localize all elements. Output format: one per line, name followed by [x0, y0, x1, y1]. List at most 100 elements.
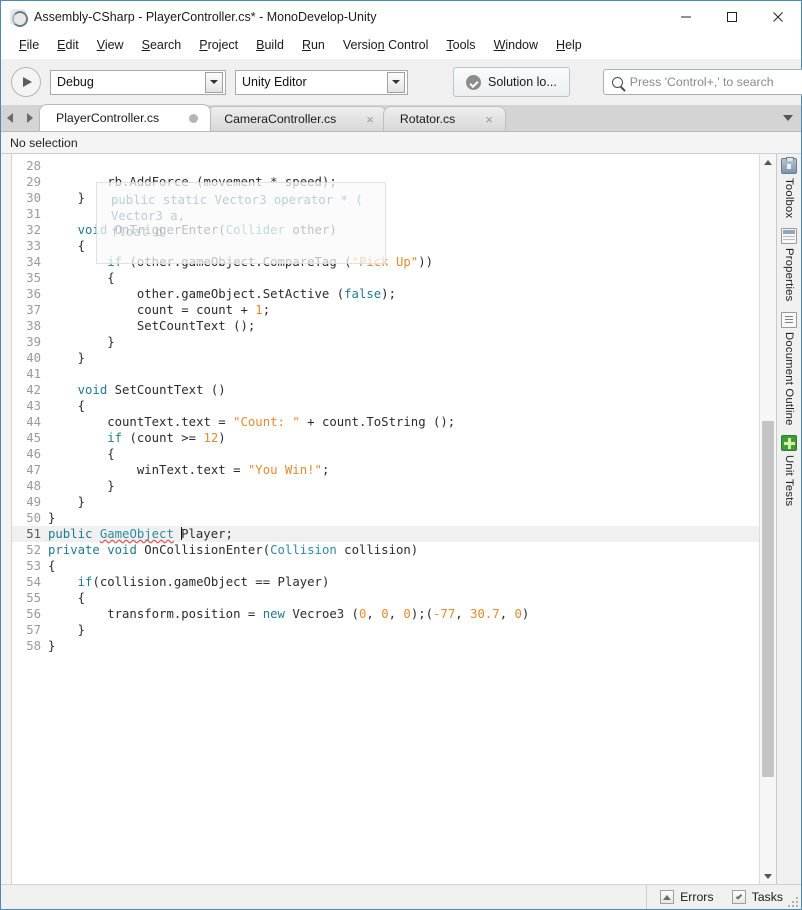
configuration-combo[interactable]: Debug: [50, 69, 226, 95]
code-token: (other.gameObject.CompareTag (: [122, 255, 352, 269]
breadcrumb[interactable]: No selection: [1, 132, 801, 154]
code-line-text: if (other.gameObject.CompareTag ("Pick U…: [48, 254, 759, 270]
code-line[interactable]: 46 {: [12, 446, 759, 462]
code-line[interactable]: 33 {: [12, 238, 759, 254]
code-line[interactable]: 56 transform.position = new Vecroe3 (0, …: [12, 606, 759, 622]
resize-grip[interactable]: [786, 895, 798, 907]
code-line[interactable]: 48 }: [12, 478, 759, 494]
menu-item-view[interactable]: View: [88, 36, 133, 54]
code-line[interactable]: 58}: [12, 638, 759, 654]
code-line[interactable]: 29 rb.AddForce (movement * speed);: [12, 174, 759, 190]
code-editor[interactable]: 28 29 rb.AddForce (movement * speed); 30 }…: [12, 154, 759, 884]
menu-item-run[interactable]: Run: [293, 36, 334, 54]
code-token: 0: [381, 607, 389, 621]
menu-item-help[interactable]: Help: [547, 36, 591, 54]
code-token: {: [48, 239, 86, 253]
menu-item-file[interactable]: File: [10, 36, 48, 54]
unit-tests-icon: [781, 435, 797, 452]
tasks-status-button[interactable]: Tasks: [731, 890, 783, 904]
code-token: winText.text =: [48, 463, 248, 477]
code-token: 0: [403, 607, 411, 621]
tab-close-icon[interactable]: ×: [366, 113, 374, 126]
code-line[interactable]: 47 winText.text = "You Win!";: [12, 462, 759, 478]
code-line[interactable]: 54 if(collision.gameObject == Player): [12, 574, 759, 590]
line-number: 48: [26, 479, 41, 493]
menu-item-build[interactable]: Build: [247, 36, 293, 54]
toolbox-icon: [781, 157, 797, 174]
scrollbar-track[interactable]: [760, 170, 776, 868]
tab-overflow-button[interactable]: [775, 104, 801, 131]
dock-item-toolbox[interactable]: Toolbox: [781, 157, 797, 218]
code-line[interactable]: 45 if (count >= 12): [12, 430, 759, 446]
editor-vertical-scrollbar[interactable]: [759, 154, 776, 884]
scrollbar-thumb[interactable]: [762, 421, 774, 778]
code-line[interactable]: 51 public GameObject Player;: [12, 526, 759, 542]
code-line-text: }: [48, 510, 759, 526]
code-token: }: [48, 479, 115, 493]
code-line[interactable]: 28: [12, 158, 759, 174]
configuration-value: Debug: [57, 75, 94, 89]
tab-modified-indicator[interactable]: [189, 113, 199, 123]
code-line[interactable]: 57 }: [12, 622, 759, 638]
code-line[interactable]: 39 }: [12, 334, 759, 350]
code-line[interactable]: 52 private void OnCollisionEnter(Collisio…: [12, 542, 759, 558]
menu-item-search[interactable]: Search: [133, 36, 191, 54]
close-button[interactable]: [755, 1, 801, 32]
solution-status-button[interactable]: Solution lo...: [453, 67, 570, 97]
document-tab-2[interactable]: Rotator.cs ×: [382, 106, 506, 131]
dock-item-properties[interactable]: Properties: [781, 228, 797, 302]
run-button[interactable]: [11, 67, 41, 97]
chevron-down-icon[interactable]: [205, 71, 223, 93]
code-line[interactable]: 36 other.gameObject.SetActive (false);: [12, 286, 759, 302]
code-line-text: public GameObject Player;: [48, 526, 759, 542]
code-line-text: winText.text = "You Win!";: [48, 462, 759, 478]
code-line[interactable]: 32 void OnTriggerEnter(Collider other): [12, 222, 759, 238]
code-line-text: }: [48, 334, 759, 350]
line-number: 34: [26, 255, 41, 269]
menu-item-tools[interactable]: Tools: [437, 36, 484, 54]
code-line[interactable]: 40 }: [12, 350, 759, 366]
code-token: other): [284, 223, 337, 237]
code-line[interactable]: 53 {: [12, 558, 759, 574]
code-line[interactable]: 43 {: [12, 398, 759, 414]
code-token: ;: [262, 303, 271, 317]
next-tab-arrow-icon[interactable]: [27, 112, 33, 123]
menu-item-project[interactable]: Project: [190, 36, 247, 54]
dock-item-document-outline[interactable]: Document Outline: [781, 311, 797, 425]
code-token: {: [48, 271, 115, 285]
code-line[interactable]: 44 countText.text = "Count: " + count.To…: [12, 414, 759, 430]
code-line[interactable]: 38 SetCountText ();: [12, 318, 759, 334]
document-tab-1[interactable]: CameraController.cs ×: [207, 106, 387, 131]
code-line[interactable]: 30 }: [12, 190, 759, 206]
menu-item-edit[interactable]: Edit: [48, 36, 88, 54]
document-tab-0[interactable]: PlayerController.cs: [39, 104, 212, 131]
scroll-down-button[interactable]: [760, 868, 776, 884]
line-number: 36: [26, 287, 41, 301]
menu-item-window[interactable]: Window: [485, 36, 547, 54]
menu-item-version-control[interactable]: Version Control: [334, 36, 437, 54]
errors-status-button[interactable]: Errors: [660, 890, 714, 904]
global-search-box[interactable]: Press 'Control+,' to search: [602, 69, 802, 95]
code-line[interactable]: 41: [12, 366, 759, 382]
code-line[interactable]: 55 {: [12, 590, 759, 606]
target-combo[interactable]: Unity Editor: [235, 69, 408, 95]
tab-label: CameraController.cs: [224, 112, 337, 126]
maximize-button[interactable]: [709, 1, 755, 32]
code-line[interactable]: 50}: [12, 510, 759, 526]
prev-tab-arrow-icon[interactable]: [7, 112, 13, 123]
breadcrumb-label: No selection: [10, 135, 78, 150]
code-line[interactable]: 37 count = count + 1;: [12, 302, 759, 318]
tab-close-icon[interactable]: ×: [485, 113, 493, 126]
code-line[interactable]: 42 void SetCountText (): [12, 382, 759, 398]
code-token: Collider: [225, 223, 285, 237]
scroll-up-button[interactable]: [760, 154, 776, 170]
code-line[interactable]: 49 }: [12, 494, 759, 510]
dock-item-unit-tests[interactable]: Unit Tests: [781, 435, 797, 507]
code-line[interactable]: 31: [12, 206, 759, 222]
line-number: 57: [26, 623, 41, 637]
code-line[interactable]: 34 if (other.gameObject.CompareTag ("Pic…: [12, 254, 759, 270]
minimize-button[interactable]: [663, 1, 709, 32]
code-line[interactable]: 35 {: [12, 270, 759, 286]
chevron-down-icon[interactable]: [387, 71, 405, 93]
